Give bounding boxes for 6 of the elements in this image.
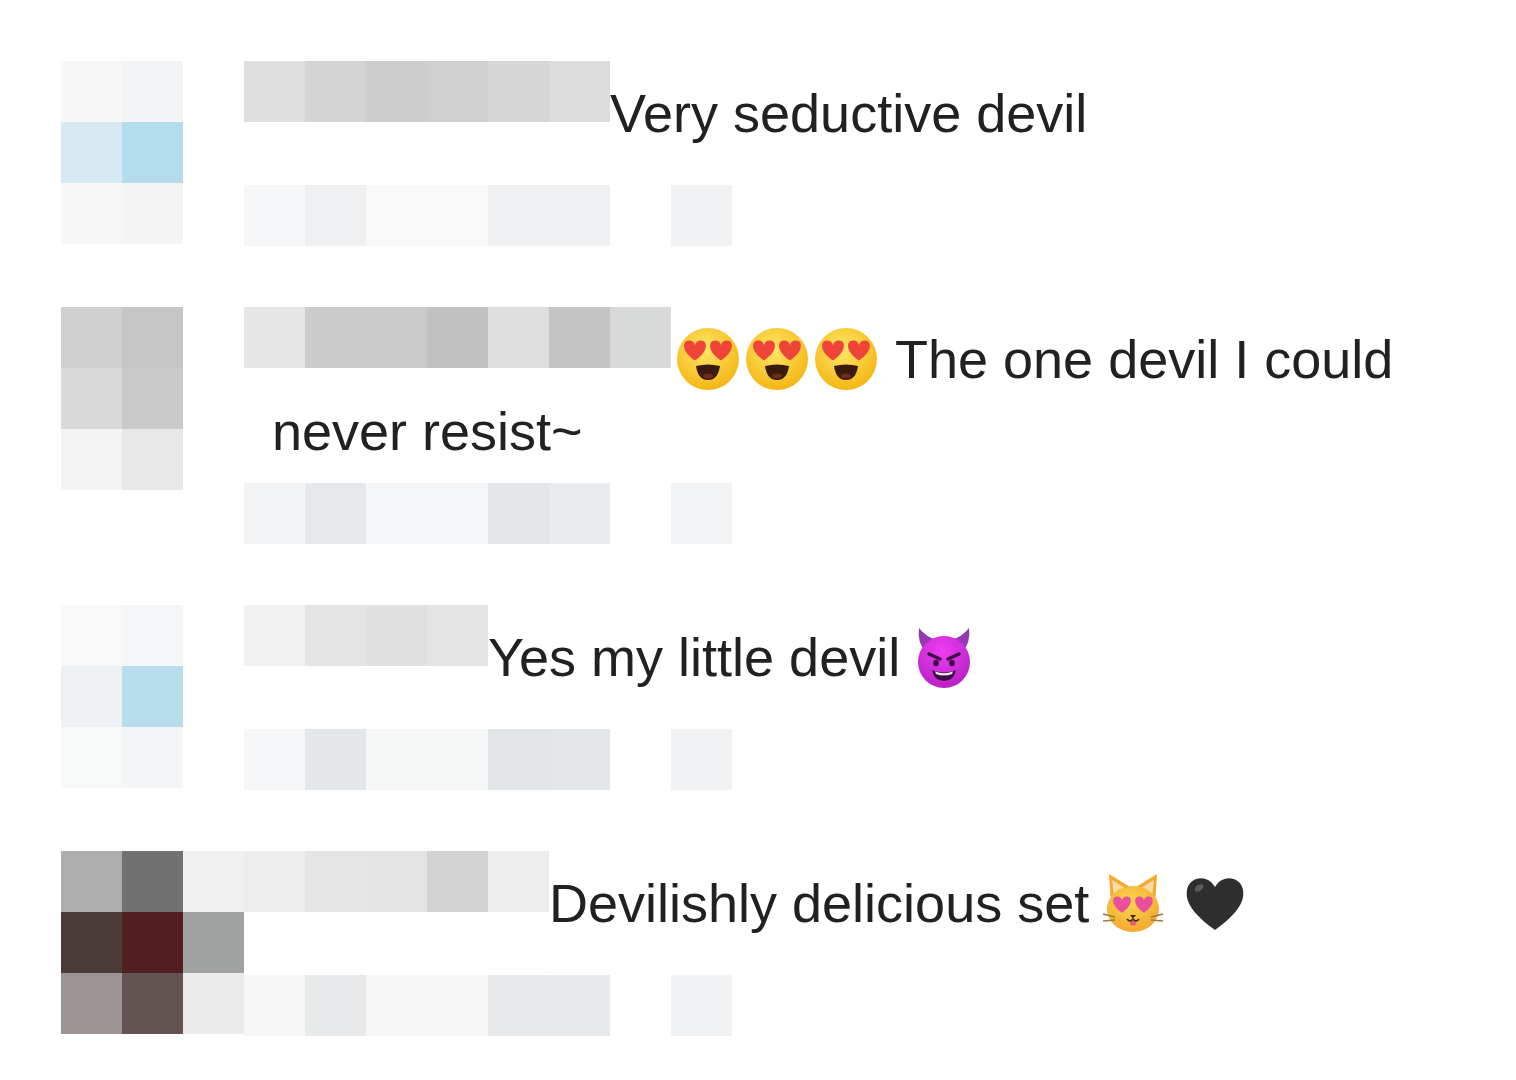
comment-text: The one devil I could bbox=[895, 332, 1394, 386]
heart-eyes-face-icon bbox=[814, 327, 878, 391]
heart-eyes-face-icon bbox=[676, 327, 740, 391]
heart-eyes-cat-icon bbox=[1101, 871, 1166, 935]
heart-eyes-face-icon bbox=[745, 327, 809, 391]
comment-text: never resist~ bbox=[272, 404, 583, 458]
